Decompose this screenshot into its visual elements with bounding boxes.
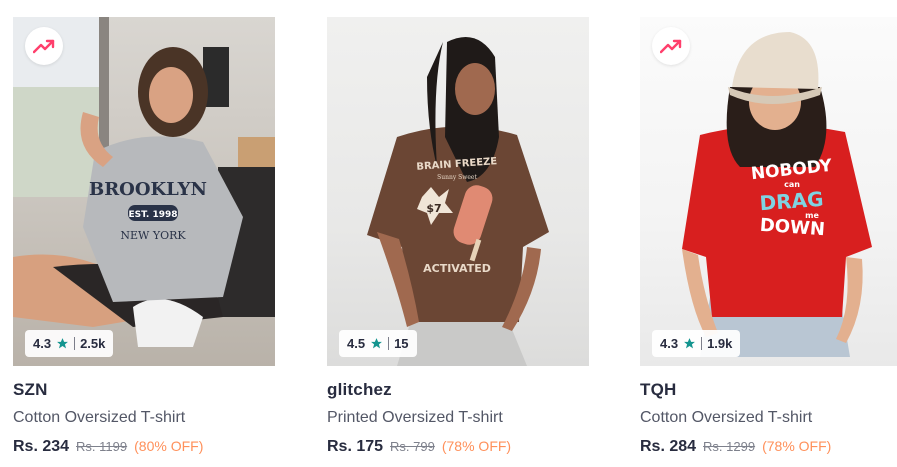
trending-up-icon xyxy=(660,39,682,54)
rating-badge: 4.3 1.9k xyxy=(652,330,741,357)
svg-text:$7: $7 xyxy=(426,202,441,215)
selling-price: Rs. 234 xyxy=(13,438,70,455)
price-row: Rs. 284 Rs. 1299 (78% OFF) xyxy=(640,438,897,456)
star-icon xyxy=(57,338,68,349)
original-price: Rs. 799 xyxy=(390,439,435,454)
svg-text:NEW YORK: NEW YORK xyxy=(120,229,186,242)
rating-count: 2.5k xyxy=(80,336,106,351)
trending-badge xyxy=(652,27,690,65)
rating-count: 15 xyxy=(394,336,409,351)
svg-text:BROOKLYN: BROOKLYN xyxy=(89,179,207,200)
price-row: Rs. 234 Rs. 1199 (80% OFF) xyxy=(13,438,275,456)
rating-count: 1.9k xyxy=(707,336,733,351)
product-title[interactable]: Cotton Oversized T-shirt xyxy=(13,409,275,427)
product-card[interactable]: BROOKLYN EST. 1998 NEW YORK 4.3 2.5k SZN… xyxy=(13,17,275,467)
product-photo: NOBODY can DRAG me DOWN xyxy=(682,32,872,357)
rating-separator xyxy=(701,337,703,350)
rating-separator xyxy=(388,337,390,350)
rating-badge: 4.5 15 xyxy=(339,330,417,357)
rating-value: 4.5 xyxy=(347,336,366,351)
trending-up-icon xyxy=(33,39,55,54)
discount-label: (78% OFF) xyxy=(762,438,832,454)
product-image[interactable]: BROOKLYN EST. 1998 NEW YORK 4.3 2.5k xyxy=(13,17,275,366)
rating-value: 4.3 xyxy=(660,336,679,351)
product-title[interactable]: Printed Oversized T-shirt xyxy=(327,409,589,427)
star-icon xyxy=(684,338,695,349)
product-card[interactable]: NOBODY can DRAG me DOWN 4.3 1.9k TQH Cot… xyxy=(640,17,897,467)
trending-badge xyxy=(25,27,63,65)
svg-text:ACTIVATED: ACTIVATED xyxy=(423,262,491,275)
product-image[interactable]: BRAIN FREEZE Sunny Sweet $7 ACTIVATED 4.… xyxy=(327,17,589,366)
selling-price: Rs. 175 xyxy=(327,438,384,455)
product-brand[interactable]: TQH xyxy=(640,380,897,400)
product-image[interactable]: NOBODY can DRAG me DOWN 4.3 1.9k xyxy=(640,17,897,366)
rating-separator xyxy=(74,337,76,350)
product-brand[interactable]: SZN xyxy=(13,380,275,400)
price-row: Rs. 175 Rs. 799 (78% OFF) xyxy=(327,438,589,456)
selling-price: Rs. 284 xyxy=(640,438,697,455)
svg-text:EST. 1998: EST. 1998 xyxy=(128,210,177,220)
rating-value: 4.3 xyxy=(33,336,52,351)
original-price: Rs. 1299 xyxy=(703,439,756,454)
discount-label: (80% OFF) xyxy=(134,438,204,454)
star-icon xyxy=(371,338,382,349)
discount-label: (78% OFF) xyxy=(441,438,512,454)
product-brand[interactable]: glitchez xyxy=(327,380,589,400)
svg-text:Sunny Sweet: Sunny Sweet xyxy=(437,174,477,181)
rating-badge: 4.3 2.5k xyxy=(25,330,114,357)
product-card[interactable]: BRAIN FREEZE Sunny Sweet $7 ACTIVATED 4.… xyxy=(327,17,589,467)
product-photo: BRAIN FREEZE Sunny Sweet $7 ACTIVATED xyxy=(367,37,549,366)
product-title[interactable]: Cotton Oversized T-shirt xyxy=(640,409,897,427)
product-photo: BROOKLYN EST. 1998 NEW YORK xyxy=(13,17,275,347)
original-price: Rs. 1199 xyxy=(76,439,128,454)
